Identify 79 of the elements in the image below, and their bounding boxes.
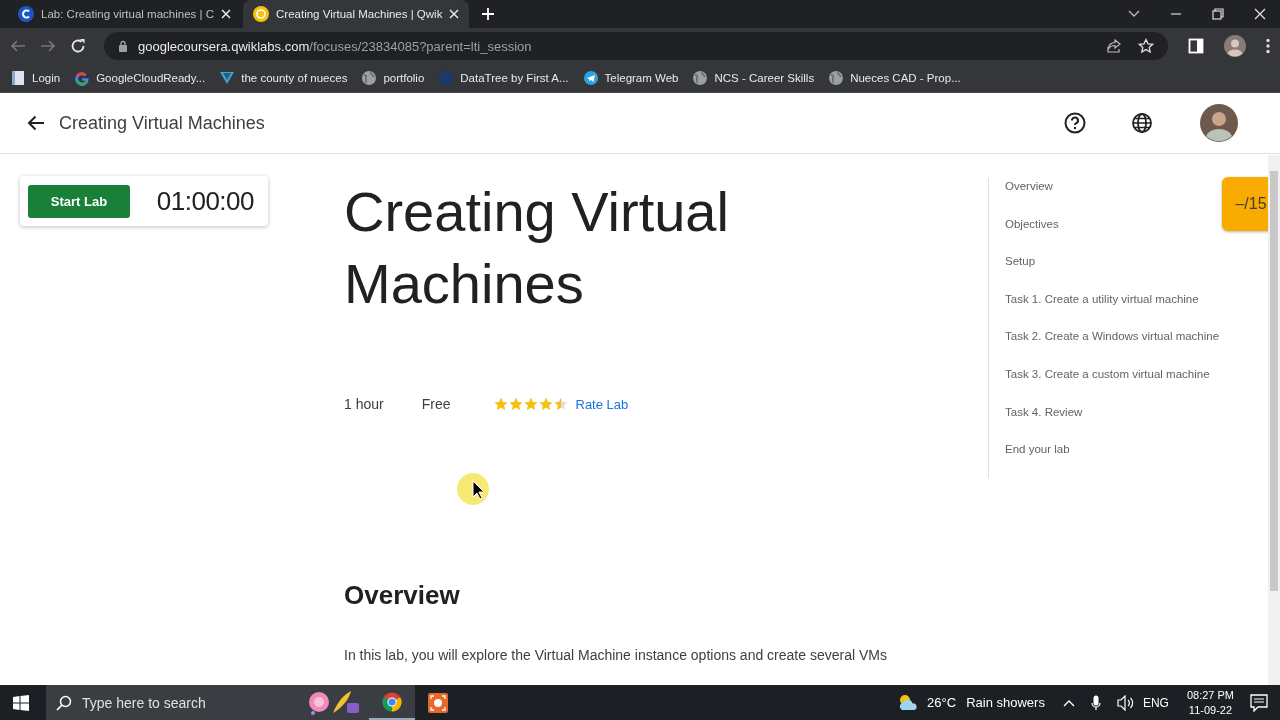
bookmark-icon <box>438 70 455 86</box>
close-icon[interactable] <box>449 9 460 19</box>
section-heading: Overview <box>344 580 461 611</box>
chevron-up-icon[interactable] <box>1062 698 1075 707</box>
favicon-icon <box>18 6 34 22</box>
timer-text: 01:00:00 <box>156 185 254 217</box>
bookmark-icon <box>692 70 709 86</box>
rate-lab-link[interactable]: Rate Lab <box>575 396 629 412</box>
profile-avatar-icon[interactable] <box>1224 35 1246 57</box>
paragraph: In this lab, you will explore the Virtual Machine instance options and create several VMs <box>344 647 888 663</box>
star-icon[interactable] <box>1138 38 1154 54</box>
start-lab-button[interactable]: Start Lab <box>28 184 130 218</box>
favicon-icon <box>253 6 269 22</box>
menu-icon[interactable] <box>1266 38 1270 54</box>
toc-link[interactable]: End your lab <box>1005 441 1070 458</box>
lab-meta-text: Free <box>421 396 451 412</box>
bookmark[interactable]: NCS - Career Skills <box>692 70 815 86</box>
user-avatar-icon[interactable] <box>1200 104 1238 142</box>
windows-start-icon[interactable] <box>13 694 29 711</box>
bookmark[interactable]: Login <box>10 70 61 86</box>
new-tab-icon[interactable] <box>481 7 496 21</box>
toc-link[interactable]: Task 2. Create a Windows virtual machine <box>1005 328 1220 345</box>
bookmark[interactable]: the county of nueces <box>219 70 348 86</box>
share-icon[interactable] <box>1106 38 1122 54</box>
language-indicator[interactable]: ENG <box>1142 695 1169 710</box>
back-icon[interactable] <box>10 38 26 54</box>
toc-link[interactable]: Task 4. Review <box>1005 403 1083 420</box>
star-icon <box>523 397 538 411</box>
bookmark-icon <box>361 70 378 86</box>
bookmark-icon <box>219 70 236 86</box>
lab-title: Creating Virtual Machines <box>344 179 730 317</box>
screen-recorder-icon <box>428 692 448 713</box>
close-icon[interactable] <box>221 9 231 19</box>
toc-link[interactable]: Task 1. Create a utility virtual machine <box>1005 290 1199 307</box>
address-bar[interactable]: googlecoursera.qwiklabs.com/focuses/23834085?parent=lti_session <box>104 32 1168 60</box>
bookmark[interactable]: DataTree by First A... <box>438 70 569 86</box>
bookmark-icon <box>74 70 91 86</box>
star-icon <box>508 397 523 411</box>
back-arrow-icon[interactable] <box>27 115 45 131</box>
bookmark[interactable]: Telegram Web <box>582 70 679 86</box>
chrome-icon <box>382 691 402 712</box>
bookmark[interactable]: Nueces CAD - Prop... <box>828 70 961 86</box>
toc-link[interactable]: Setup <box>1005 253 1036 270</box>
microphone-icon[interactable] <box>1090 694 1101 711</box>
star-icon <box>493 397 508 411</box>
help-icon[interactable] <box>1064 112 1086 134</box>
bookmark[interactable]: GoogleCloudReady... <box>74 70 206 86</box>
close-icon[interactable] <box>1254 8 1266 20</box>
scrollbar[interactable] <box>1268 155 1280 685</box>
weather-text: Rain showers <box>966 695 1045 710</box>
chrome-taskbar-icon[interactable] <box>369 685 415 720</box>
lock-icon <box>118 40 128 52</box>
restore-icon[interactable] <box>1212 8 1224 20</box>
bookmark-icon <box>582 70 599 86</box>
notification-icon[interactable] <box>1250 693 1268 712</box>
bookmark-icon <box>10 70 26 86</box>
browser-tab[interactable]: Lab: Creating virtual machines | C <box>8 0 241 28</box>
chevron-down-icon[interactable] <box>1128 10 1140 18</box>
forward-icon[interactable] <box>40 38 56 54</box>
toc-link[interactable]: Overview <box>1005 178 1053 194</box>
reload-icon[interactable] <box>70 38 86 54</box>
side-panel-icon[interactable] <box>1188 38 1204 54</box>
clock-time[interactable]: 08:27 PM <box>1186 687 1234 703</box>
bookmark-icon <box>828 70 845 86</box>
star-icon <box>553 397 568 411</box>
bookmark[interactable]: portfolio <box>361 70 425 86</box>
lab-meta-text: 1 hour <box>344 396 384 412</box>
page-header-title: Creating Virtual Machines <box>59 112 265 134</box>
toc-link[interactable]: Task 3. Create a custom virtual machine <box>1005 365 1210 382</box>
weather-icon[interactable] <box>897 692 920 713</box>
toc-link[interactable]: Objectives <box>1005 215 1059 232</box>
star-icon <box>538 397 553 411</box>
clock-date[interactable]: 11-09-22 <box>1188 702 1233 718</box>
taskbar-search-field[interactable]: Type here to search <box>46 685 369 720</box>
browser-tab[interactable]: Creating Virtual Machines | Qwik <box>243 0 470 28</box>
speaker-icon[interactable] <box>1116 694 1135 711</box>
temperature-text: 26°C <box>927 695 957 710</box>
globe-icon[interactable] <box>1132 113 1152 133</box>
search-icon <box>56 695 72 711</box>
